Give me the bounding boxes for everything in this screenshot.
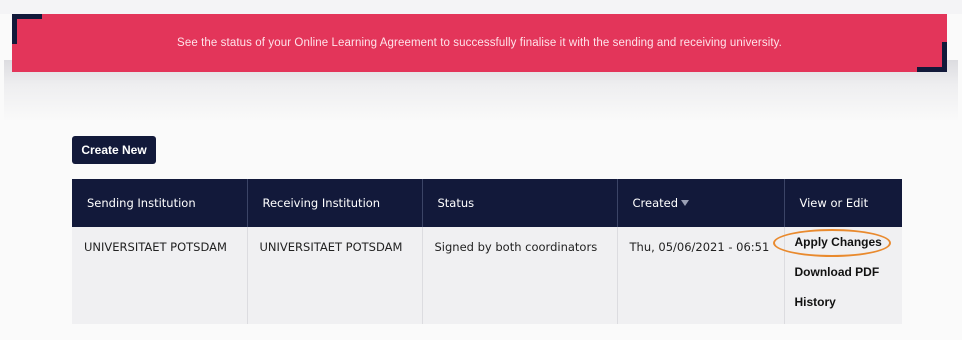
header-created-label[interactable]: Created: [633, 196, 679, 210]
table-header-row: Sending Institution Receiving Institutio…: [72, 179, 902, 227]
history-link[interactable]: History: [795, 287, 903, 317]
action-links: Apply Changes Download PDF History: [772, 227, 903, 317]
header-created[interactable]: Created: [617, 179, 785, 227]
download-pdf-link[interactable]: Download PDF: [795, 257, 903, 287]
header-sending-institution: Sending Institution: [72, 179, 248, 227]
corner-bracket-top-left: [12, 14, 42, 44]
cell-status: Signed by both coordinators: [422, 227, 618, 324]
cell-created: Thu, 05/06/2021 - 06:51: [617, 227, 785, 324]
learning-agreements-table: Sending Institution Receiving Institutio…: [72, 179, 902, 324]
table-row: UNIVERSITAET POTSDAM UNIVERSITAET POTSDA…: [72, 227, 902, 324]
apply-changes-label[interactable]: Apply Changes: [795, 235, 882, 249]
info-banner: See the status of your Online Learning A…: [12, 14, 947, 72]
banner-message: See the status of your Online Learning A…: [177, 37, 782, 49]
header-status: Status: [422, 179, 618, 227]
header-view-edit: View or Edit: [784, 179, 902, 227]
page: See the status of your Online Learning A…: [0, 0, 962, 340]
header-receiving-institution: Receiving Institution: [247, 179, 423, 227]
cell-sending-institution: UNIVERSITAET POTSDAM: [72, 227, 248, 324]
cell-receiving-institution: UNIVERSITAET POTSDAM: [247, 227, 423, 324]
sort-down-icon[interactable]: [681, 200, 690, 206]
corner-bracket-bottom-right: [917, 42, 947, 72]
cell-actions: Apply Changes Download PDF History: [772, 227, 903, 324]
apply-changes-link[interactable]: Apply Changes: [772, 227, 903, 257]
create-new-button[interactable]: Create New: [72, 136, 156, 164]
top-band: [0, 0, 962, 14]
